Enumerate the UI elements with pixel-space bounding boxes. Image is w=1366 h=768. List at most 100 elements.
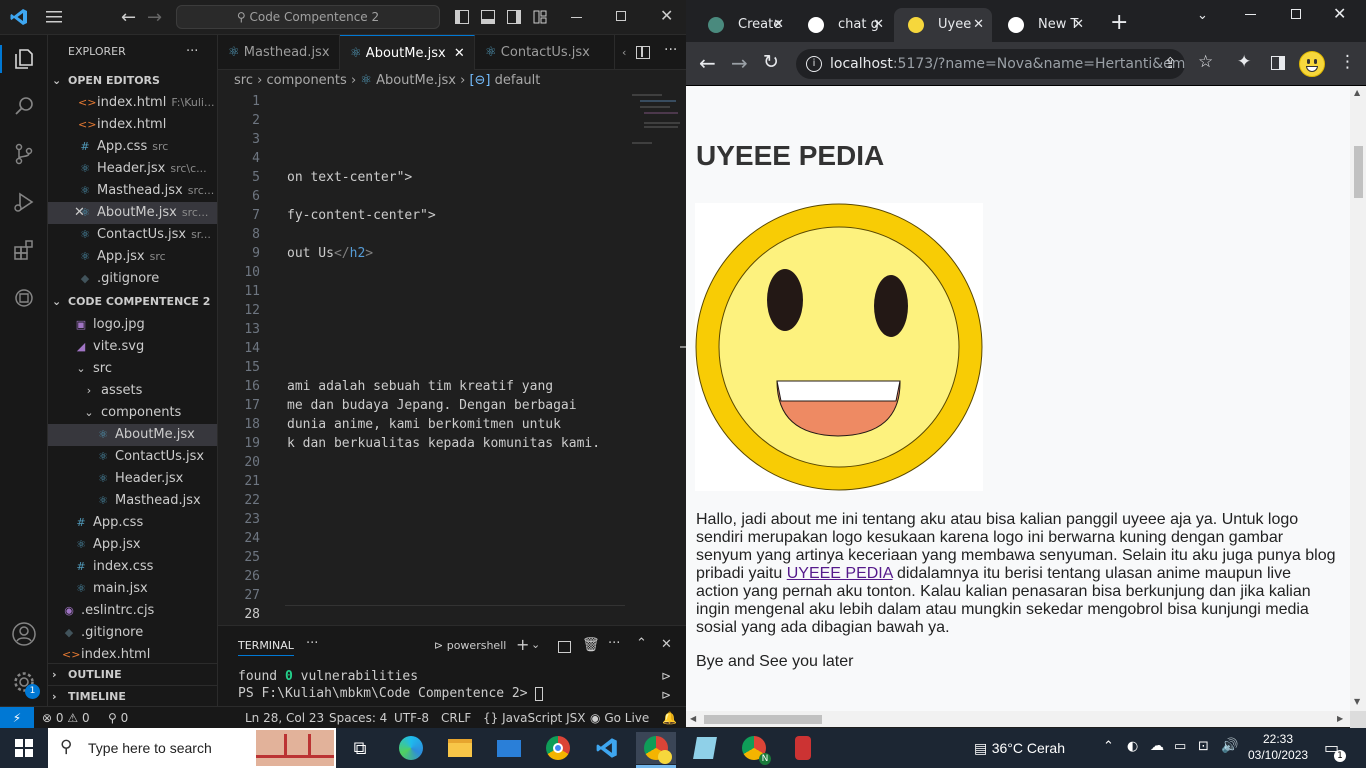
taskbar-search-box[interactable]: ⚲ Type here to search: [48, 728, 336, 768]
new-tab-icon[interactable]: +: [1110, 10, 1128, 35]
editor-more-icon[interactable]: ···: [664, 42, 677, 58]
toggle-secondary-sidebar-icon[interactable]: [507, 10, 521, 24]
open-editor-item[interactable]: ✕ ⚛ AboutMe.jsx src...: [48, 202, 217, 224]
browser-tab[interactable]: chat g ✕: [794, 8, 892, 42]
tree-item[interactable]: ◢ vite.svg: [48, 336, 217, 358]
profile-avatar[interactable]: [1299, 51, 1325, 77]
outline-header[interactable]: › OUTLINE: [48, 663, 217, 685]
terminal-tab[interactable]: TERMINAL: [238, 639, 294, 656]
tab-contactus[interactable]: ⚛ ContactUs.jsx: [475, 35, 615, 70]
scroll-thumb[interactable]: [704, 715, 822, 724]
tree-item[interactable]: › assets: [48, 380, 217, 402]
reload-icon[interactable]: ↻: [763, 51, 779, 73]
edge-icon[interactable]: [391, 732, 431, 764]
explorer-more-icon[interactable]: ···: [186, 41, 206, 63]
source-control-icon[interactable]: [8, 138, 40, 170]
close-tab-icon[interactable]: ✕: [773, 8, 784, 42]
vertical-scrollbar[interactable]: ▲ ▼: [1350, 86, 1366, 711]
open-editor-item[interactable]: <>index.html: [48, 114, 217, 136]
windows-start-icon[interactable]: [4, 732, 44, 764]
tab-masthead[interactable]: ⚛ Masthead.jsx: [218, 35, 340, 70]
open-editor-item[interactable]: ⚛ Masthead.jsx src...: [48, 180, 217, 202]
open-editor-item[interactable]: <>index.html F:\Kuli...: [48, 92, 217, 114]
minimap[interactable]: [630, 92, 680, 152]
chrome-icon[interactable]: [538, 732, 578, 764]
breadcrumb-file[interactable]: AboutMe.jsx: [376, 73, 456, 88]
problems-indicator[interactable]: ⊗ 0 ⚠ 0: [42, 707, 90, 729]
ports-indicator[interactable]: ⚲ 0: [108, 707, 128, 729]
breadcrumb-components[interactable]: components: [266, 73, 346, 88]
breadcrumb-symbol[interactable]: default: [495, 73, 541, 88]
chevron-down-icon[interactable]: ⌄: [531, 638, 540, 651]
close-tab-icon[interactable]: ✕: [1073, 8, 1084, 42]
tree-item[interactable]: ⚛ ContactUs.jsx: [48, 446, 217, 468]
toggle-panel-icon[interactable]: [481, 10, 495, 24]
tree-item[interactable]: ⚛ App.jsx: [48, 534, 217, 556]
back-arrow-icon[interactable]: ←: [121, 7, 136, 28]
maximize-panel-icon[interactable]: ⌃: [636, 636, 647, 651]
address-bar[interactable]: i localhost:5173/?name=Nova&name=Hertant…: [796, 49, 1185, 79]
close-icon[interactable]: ✕: [74, 202, 85, 224]
share-icon[interactable]: ⇪: [1164, 54, 1177, 72]
tree-item[interactable]: ⚛ main.jsx: [48, 578, 217, 600]
tab-overflow-icon[interactable]: ‹: [622, 46, 626, 59]
tree-item[interactable]: ⚛ AboutMe.jsx: [48, 424, 217, 446]
scroll-down-icon[interactable]: ▼: [1354, 697, 1360, 706]
split-terminal-icon[interactable]: [558, 641, 571, 653]
open-editor-item[interactable]: # App.css src: [48, 136, 217, 158]
extensions-puzzle-icon[interactable]: ✦: [1237, 52, 1251, 72]
open-editors-header[interactable]: ⌄ OPEN EDITORS: [48, 70, 217, 92]
tree-item[interactable]: # App.css: [48, 512, 217, 534]
customize-layout-icon[interactable]: [533, 10, 547, 24]
close-tab-icon[interactable]: ✕: [454, 46, 465, 61]
remote-indicator-icon[interactable]: ⚡: [0, 707, 34, 729]
browser-tab[interactable]: Uyee ✕: [894, 8, 992, 42]
tray-app-icon[interactable]: ◐: [1127, 739, 1138, 754]
terminal-more-icon[interactable]: ···: [608, 636, 620, 651]
network-icon[interactable]: ⊡: [1198, 739, 1209, 754]
blog-link[interactable]: UYEEE PEDIA: [787, 565, 893, 582]
scroll-up-icon[interactable]: ▲: [1354, 88, 1360, 97]
project-header[interactable]: ⌄ CODE COMPENTENCE 2: [48, 291, 217, 313]
close-tab-icon[interactable]: ✕: [973, 8, 984, 42]
browser-maximize-icon[interactable]: [1291, 9, 1301, 19]
open-editor-item[interactable]: ⚛ App.jsx src: [48, 246, 217, 268]
file-explorer-icon[interactable]: [440, 732, 480, 764]
notepad-icon[interactable]: [685, 732, 725, 764]
vscode-taskbar-icon[interactable]: [587, 732, 627, 764]
scroll-right-icon[interactable]: ▶: [1337, 714, 1343, 723]
chrome-menu-icon[interactable]: ⋮: [1339, 52, 1356, 72]
tab-search-icon[interactable]: ⌄: [1197, 8, 1208, 23]
app-icon[interactable]: [783, 732, 823, 764]
browser-tab[interactable]: New T ✕: [994, 8, 1092, 42]
run-debug-icon[interactable]: [8, 186, 40, 218]
encoding[interactable]: UTF-8: [394, 707, 429, 729]
tree-item[interactable]: ⌄ components: [48, 402, 217, 424]
tree-item[interactable]: ⌄ src: [48, 358, 217, 380]
chrome-profile-icon[interactable]: [636, 732, 676, 764]
chrome-n-icon[interactable]: N: [734, 732, 774, 765]
close-tab-icon[interactable]: ✕: [873, 8, 884, 42]
open-editor-item[interactable]: ◆ .gitignore: [48, 268, 217, 290]
task-view-icon[interactable]: ⧉: [340, 732, 380, 764]
browser-forward-icon[interactable]: →: [731, 51, 748, 75]
side-panel-icon[interactable]: [1271, 56, 1285, 70]
close-window-icon[interactable]: ✕: [660, 6, 673, 25]
battery-icon[interactable]: ▭: [1174, 739, 1186, 754]
browser-close-icon[interactable]: ✕: [1333, 4, 1346, 23]
terminal-line-2[interactable]: PS F:\Kuliah\mbkm\Code Compentence 2>: [238, 686, 544, 701]
browser-tab[interactable]: Create ✕: [694, 8, 792, 42]
tree-item[interactable]: ▣ logo.jpg: [48, 314, 217, 336]
menu-icon[interactable]: [46, 10, 62, 24]
panel-more-icon[interactable]: ···: [306, 636, 318, 651]
horizontal-scrollbar[interactable]: ◀ ▶: [686, 711, 1350, 727]
tree-item[interactable]: ◉ .eslintrc.cjs: [48, 600, 217, 622]
tree-item[interactable]: ◆ .gitignore: [48, 622, 217, 644]
notifications-bell-icon[interactable]: 🔔: [662, 707, 677, 729]
browser-minimize-icon[interactable]: [1245, 14, 1256, 15]
tab-aboutme[interactable]: ⚛ AboutMe.jsx ✕: [340, 35, 475, 70]
tree-item[interactable]: ⚛ Masthead.jsx: [48, 490, 217, 512]
account-icon[interactable]: [8, 618, 40, 650]
close-panel-icon[interactable]: ✕: [661, 637, 672, 652]
toggle-sidebar-icon[interactable]: [455, 10, 469, 24]
